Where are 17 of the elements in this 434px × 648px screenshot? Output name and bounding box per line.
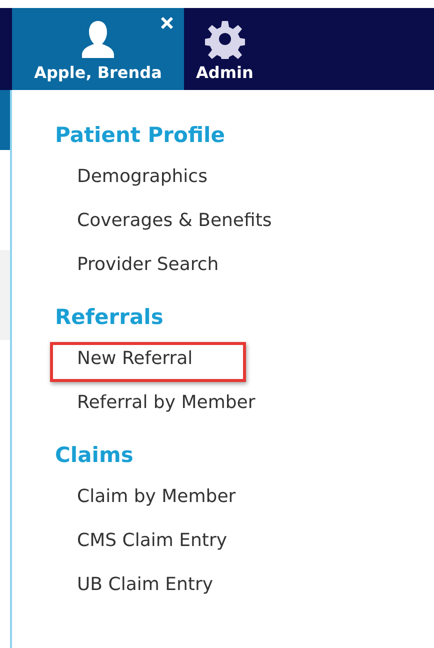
menu-link[interactable]: Coverages & Benefits: [55, 206, 272, 250]
user-tab[interactable]: Apple, Brenda: [12, 8, 184, 90]
menu-link[interactable]: Referral by Member: [55, 388, 272, 432]
menu-link[interactable]: Demographics: [55, 162, 272, 206]
menu-link[interactable]: Claim by Member: [55, 482, 272, 526]
user-icon: [81, 19, 115, 59]
menu-link[interactable]: CMS Claim Entry: [55, 526, 272, 570]
section-heading: Patient Profile: [55, 122, 226, 149]
menu-link[interactable]: Provider Search: [55, 250, 272, 294]
admin-tab[interactable]: Admin: [184, 8, 266, 90]
menu-link[interactable]: UB Claim Entry: [55, 570, 272, 614]
settings-icon: [204, 19, 245, 59]
section-heading: Referrals: [55, 304, 164, 331]
menu-link[interactable]: New Referral: [55, 344, 272, 388]
close-icon[interactable]: [160, 16, 174, 30]
section-heading: Claims: [55, 442, 134, 469]
side-tab-edge: [0, 90, 10, 150]
